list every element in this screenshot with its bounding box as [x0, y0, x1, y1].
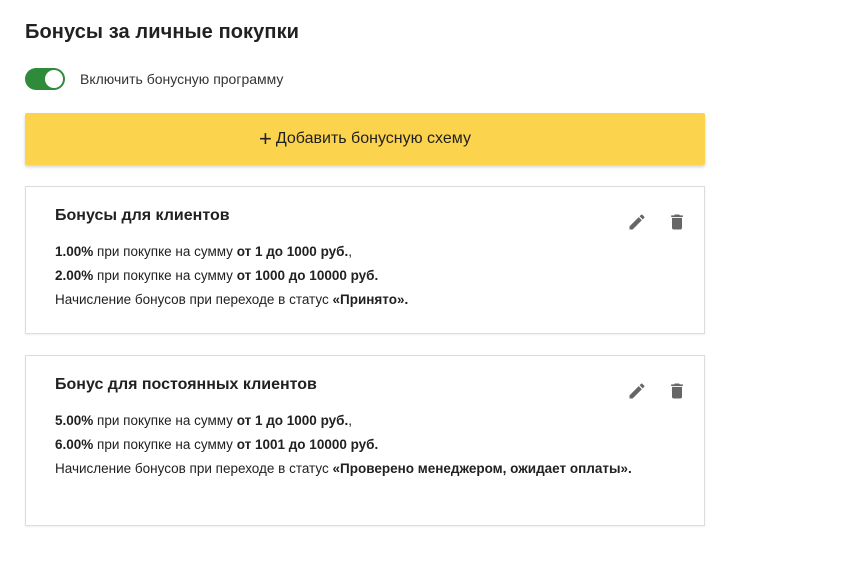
bonus-tier: 6.00% при покупке на сумму от 1001 до 10…	[55, 433, 635, 457]
card-actions	[626, 380, 688, 402]
bonus-program-toggle[interactable]	[25, 68, 65, 90]
bonus-tier: 5.00% при покупке на сумму от 1 до 1000 …	[55, 409, 635, 433]
status-prefix: Начисление бонусов при переходе в статус	[55, 292, 333, 307]
status-suffix: .	[404, 292, 409, 307]
page-title: Бонусы за личные покупки	[25, 21, 300, 43]
bonus-scheme-details: 1.00% при покупке на сумму от 1 до 1000 …	[55, 240, 635, 312]
card-actions	[626, 211, 688, 233]
tier-range: от 1 до 1000 руб.	[236, 413, 349, 428]
bonus-program-toggle-row: Включить бонусную программу	[25, 68, 283, 90]
tier-text: при покупке на сумму	[93, 437, 237, 452]
pencil-icon[interactable]	[626, 211, 648, 233]
tier-text: при покупке на сумму	[93, 413, 237, 428]
bonus-status-line: Начисление бонусов при переходе в статус…	[55, 457, 635, 481]
add-bonus-scheme-button[interactable]: + Добавить бонусную схему	[25, 113, 705, 165]
bonus-scheme-card: Бонус для постоянных клиентов 5.00% при …	[25, 355, 705, 526]
status-prefix: Начисление бонусов при переходе в статус	[55, 461, 333, 476]
trash-icon[interactable]	[666, 211, 688, 233]
bonus-scheme-card: Бонусы для клиентов 1.00% при покупке на…	[25, 186, 705, 334]
bonus-status-line: Начисление бонусов при переходе в статус…	[55, 288, 635, 312]
tier-end: ,	[348, 413, 352, 428]
tier-end: ,	[348, 244, 352, 259]
trash-icon[interactable]	[666, 380, 688, 402]
tier-range: от 1001 до 10000 руб.	[236, 437, 379, 452]
tier-percent: 1.00%	[55, 244, 94, 259]
tier-percent: 5.00%	[55, 413, 94, 428]
toggle-knob	[45, 70, 63, 88]
bonus-tier: 2.00% при покупке на сумму от 1000 до 10…	[55, 264, 635, 288]
pencil-icon[interactable]	[626, 380, 648, 402]
tier-text: при покупке на сумму	[93, 268, 237, 283]
add-bonus-scheme-label: Добавить бонусную схему	[275, 130, 471, 147]
tier-range: от 1 до 1000 руб.	[236, 244, 349, 259]
tier-range: от 1000 до 10000 руб.	[236, 268, 379, 283]
tier-percent: 2.00%	[55, 268, 94, 283]
bonus-tier: 1.00% при покупке на сумму от 1 до 1000 …	[55, 240, 635, 264]
bonus-program-toggle-label: Включить бонусную программу	[80, 71, 284, 87]
status-name: «Принято»	[332, 292, 405, 307]
bonus-scheme-title: Бонус для постоянных клиентов	[55, 376, 317, 393]
status-name: «Проверено менеджером, ожидает оплаты»	[332, 461, 629, 476]
tier-percent: 6.00%	[55, 437, 94, 452]
bonus-scheme-details: 5.00% при покупке на сумму от 1 до 1000 …	[55, 409, 635, 481]
tier-text: при покупке на сумму	[93, 244, 237, 259]
status-suffix: .	[628, 461, 632, 476]
bonus-scheme-title: Бонусы для клиентов	[55, 207, 230, 224]
plus-icon: +	[259, 126, 272, 151]
